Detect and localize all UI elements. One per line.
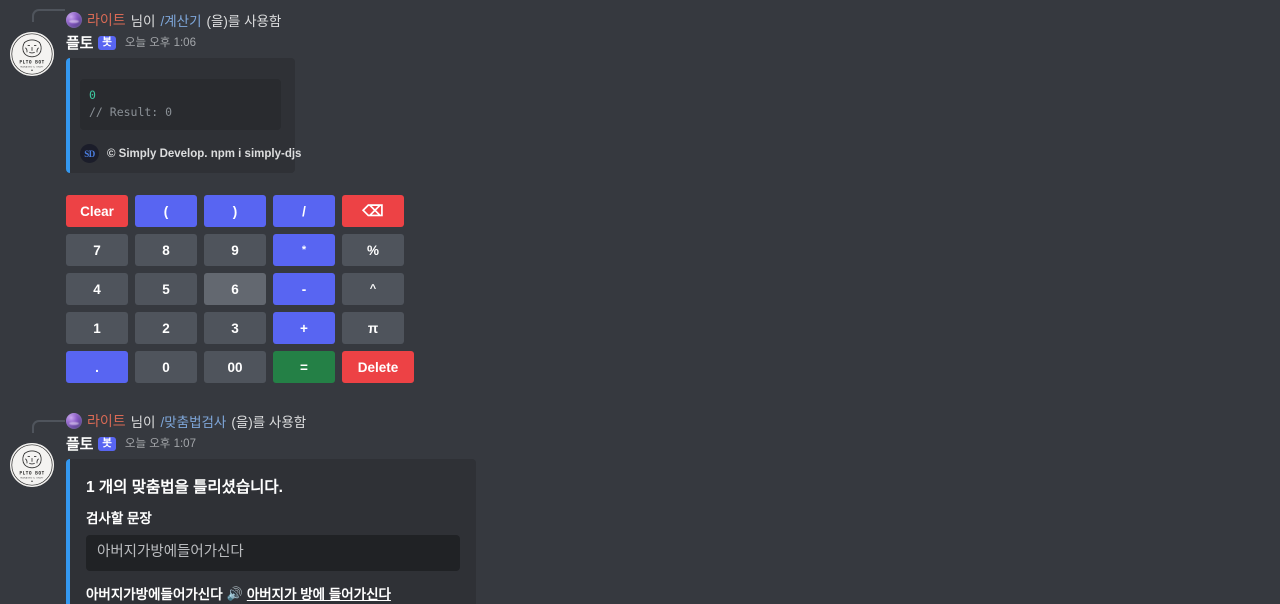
key-9[interactable]: 9: [204, 234, 266, 267]
spellcheck-title: 1 개의 맞춤법을 틀리셨습니다.: [86, 479, 283, 497]
key-pi[interactable]: π: [342, 312, 404, 345]
message-timestamp: 오늘 오후 1:07: [124, 438, 196, 451]
simply-develop-icon: SD: [80, 144, 99, 164]
key-decimal[interactable]: .: [66, 351, 128, 384]
footer-icon-text: SD: [84, 148, 95, 159]
author-row-calculator: 플토 봇 오늘 오후 1:06: [66, 31, 1280, 53]
key-2[interactable]: 2: [135, 312, 197, 345]
reply-text-after: (을)를 사용함: [231, 414, 307, 430]
key-double-zero[interactable]: 00: [204, 351, 266, 384]
key-backspace[interactable]: ⌫: [342, 195, 404, 228]
discord-chat-view: 라이트 님이 /계산기 (을)를 사용함 PLTO BOT MANAGED & …: [0, 0, 1280, 604]
key-4[interactable]: 4: [66, 273, 128, 306]
calculator-expression: 0: [89, 88, 96, 102]
spellcheck-result: 아버지가방에들어가신다 🔊 아버지가 방에 들어가신다 띄어쓰기 오류입니다. …: [86, 583, 460, 604]
bot-badge: 봇: [98, 437, 116, 452]
svg-text:MANAGED & CRAFT: MANAGED & CRAFT: [20, 66, 44, 69]
author-row-spellcheck: 플토 봇 오늘 오후 1:07: [66, 432, 1280, 454]
key-6[interactable]: 6: [204, 273, 266, 306]
key-3[interactable]: 3: [204, 312, 266, 345]
calculator-keypad: Clear ( ) / ⌫ 7 8 9 * % 4 5 6 - ^ 1 2 3 …: [66, 195, 1280, 384]
keypad-row-5: . 0 00 = Delete: [66, 351, 1280, 384]
speaker-icon: 🔊: [226, 585, 243, 601]
galaxy-avatar-icon: [66, 11, 82, 28]
key-power-label: ^: [369, 283, 377, 296]
plto-bot-avatar-icon[interactable]: PLTO BOT MANAGED & CRAFT: [10, 32, 54, 76]
reply-context-calculator: 라이트 님이 /계산기 (을)를 사용함: [66, 10, 1280, 29]
spellcheck-corrected-text[interactable]: 아버지가 방에 들어가신다: [247, 583, 391, 603]
key-delete[interactable]: Delete: [342, 351, 414, 384]
keypad-row-2: 7 8 9 * %: [66, 234, 1280, 267]
key-close-paren[interactable]: ): [204, 195, 266, 228]
key-8[interactable]: 8: [135, 234, 197, 267]
spellcheck-original-text: 아버지가방에들어가신다: [86, 587, 223, 603]
calculator-embed: 0 // Result: 0 SD © Simply Develop. npm …: [66, 58, 301, 174]
key-subtract[interactable]: -: [273, 273, 335, 306]
key-equals[interactable]: =: [273, 351, 335, 384]
author-name[interactable]: 플토: [66, 433, 93, 454]
key-percent[interactable]: %: [342, 234, 404, 267]
reply-command[interactable]: /맞춤법검사: [160, 411, 226, 431]
spellcheck-correction-row: 아버지가방에들어가신다 🔊 아버지가 방에 들어가신다: [86, 583, 460, 603]
message-group-spellcheck: 라이트 님이 /맞춤법검사 (을)를 사용함 PLTO BOT MANAGED …: [0, 411, 1280, 604]
reply-text-before: 님이: [130, 414, 156, 430]
reply-username[interactable]: 라이트: [87, 411, 126, 431]
key-1[interactable]: 1: [66, 312, 128, 345]
bot-badge: 봇: [98, 35, 116, 50]
message-group-calculator: 라이트 님이 /계산기 (을)를 사용함 PLTO BOT MANAGED & …: [0, 0, 1280, 384]
calculator-result: // Result: 0: [89, 104, 173, 119]
embed-footer: SD © Simply Develop. npm i simply-djs: [80, 144, 301, 164]
key-open-paren[interactable]: (: [135, 195, 197, 228]
key-5[interactable]: 5: [135, 273, 197, 306]
reply-command[interactable]: /계산기: [160, 10, 201, 30]
reply-text-after: (을)를 사용함: [206, 13, 282, 29]
reply-connector-line: [32, 420, 65, 434]
spellcheck-field-label: 검사할 문장: [86, 511, 152, 527]
message-timestamp: 오늘 오후 1:06: [124, 37, 196, 49]
svg-text:PLTO BOT: PLTO BOT: [19, 60, 44, 66]
key-multiply[interactable]: *: [273, 234, 335, 267]
key-clear[interactable]: Clear: [66, 195, 128, 228]
galaxy-avatar-icon: [66, 412, 82, 429]
keypad-row-1: Clear ( ) / ⌫: [66, 195, 1280, 228]
reply-username[interactable]: 라이트: [87, 10, 126, 30]
key-7[interactable]: 7: [66, 234, 128, 267]
reply-connector-line: [32, 9, 65, 22]
key-add[interactable]: +: [273, 312, 335, 345]
key-multiply-label: *: [301, 244, 307, 257]
svg-text:PLTO BOT: PLTO BOT: [19, 471, 44, 477]
plto-bot-avatar-icon[interactable]: PLTO BOT MANAGED & CRAFT: [10, 443, 54, 488]
keypad-row-4: 1 2 3 + π: [66, 312, 1280, 345]
backspace-icon: ⌫: [362, 202, 384, 220]
svg-text:MANAGED & CRAFT: MANAGED & CRAFT: [20, 477, 44, 480]
calculator-display: 0 // Result: 0: [80, 79, 281, 131]
key-0[interactable]: 0: [135, 351, 197, 384]
embed-footer-text: © Simply Develop. npm i simply-djs: [107, 147, 302, 160]
key-divide[interactable]: /: [273, 195, 335, 228]
keypad-row-3: 4 5 6 - ^: [66, 273, 1280, 306]
author-name[interactable]: 플토: [66, 32, 93, 53]
spellcheck-embed: 1 개의 맞춤법을 틀리셨습니다. 검사할 문장 아버지가방에들어가신다 아버지…: [66, 459, 476, 604]
key-power[interactable]: ^: [342, 273, 404, 306]
spellcheck-input-value: 아버지가방에들어가신다: [86, 535, 460, 572]
reply-context-spellcheck: 라이트 님이 /맞춤법검사 (을)를 사용함: [66, 411, 1280, 430]
reply-text-before: 님이: [130, 13, 156, 29]
